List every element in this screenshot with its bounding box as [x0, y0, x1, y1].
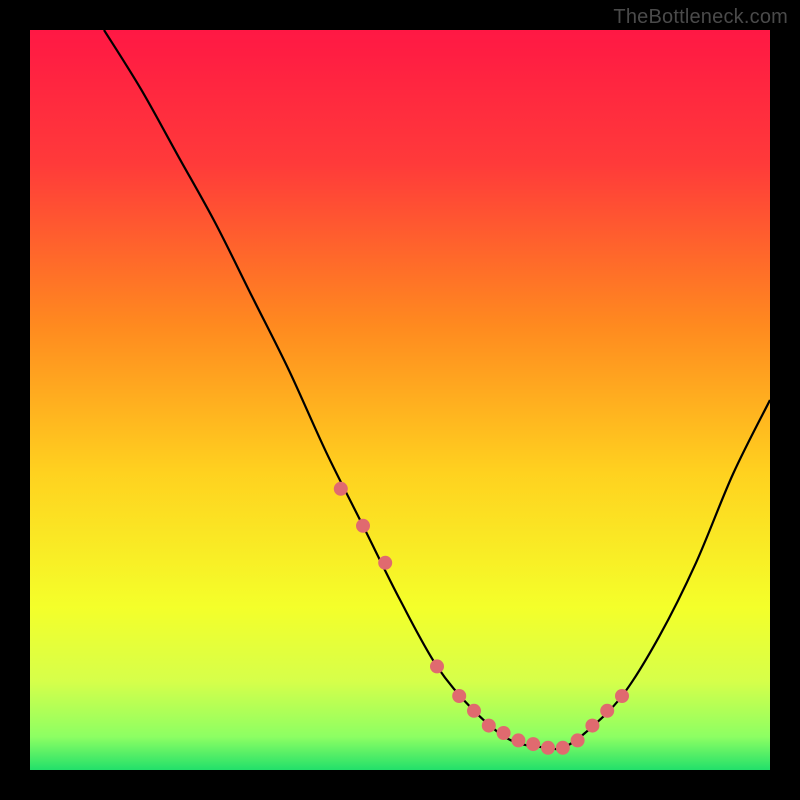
marker-point	[482, 719, 496, 733]
marker-point	[452, 689, 466, 703]
chart-stage: TheBottleneck.com	[0, 0, 800, 800]
marker-point	[511, 733, 525, 747]
marker-point	[571, 733, 585, 747]
marker-point	[541, 741, 555, 755]
marker-point	[497, 726, 511, 740]
chart-svg	[30, 30, 770, 770]
marker-point	[600, 704, 614, 718]
marker-point	[334, 482, 348, 496]
marker-point	[585, 719, 599, 733]
marker-point	[356, 519, 370, 533]
marker-point	[378, 556, 392, 570]
gradient-background	[30, 30, 770, 770]
marker-point	[556, 741, 570, 755]
marker-point	[467, 704, 481, 718]
marker-point	[615, 689, 629, 703]
watermark-text: TheBottleneck.com	[613, 6, 788, 29]
marker-point	[430, 659, 444, 673]
marker-point	[526, 737, 540, 751]
plot-area	[30, 30, 770, 770]
